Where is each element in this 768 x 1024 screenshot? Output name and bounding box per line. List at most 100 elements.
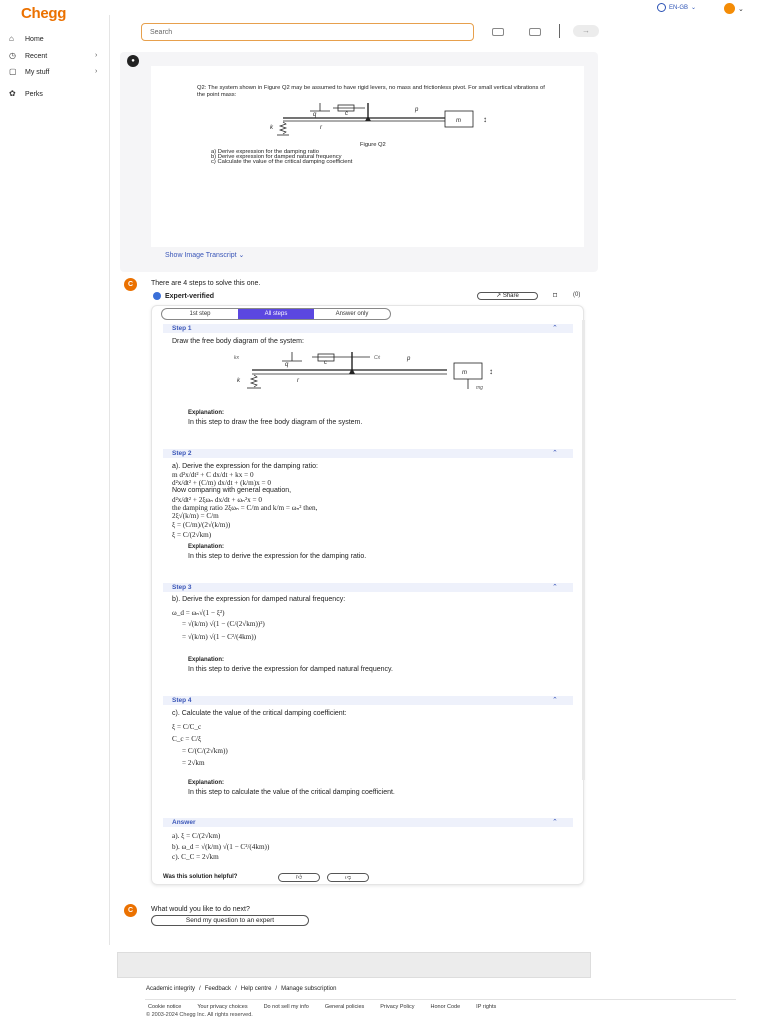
footer-links: Academic integrity / Feedback / Help centr… — [146, 986, 336, 992]
legal-link[interactable]: Do not sell my info — [264, 1004, 309, 1010]
svg-text:↕: ↕ — [489, 367, 493, 376]
gift-icon: ✿ — [9, 89, 16, 98]
thumbs-down-button[interactable]: 👎︎ — [327, 873, 369, 882]
chevron-right-icon[interactable]: › — [95, 52, 97, 59]
legal-link[interactable]: Your privacy choices — [197, 1004, 247, 1010]
expert-verified-badge: Expert-verified — [153, 292, 214, 300]
svg-text:m: m — [462, 370, 467, 376]
show-transcript-link[interactable]: Show Image Transcript ⌄ — [165, 251, 244, 259]
account-menu[interactable]: ⌄ — [724, 3, 744, 14]
chegg-c-icon: C — [124, 278, 137, 291]
submit-arrow-icon[interactable]: → — [573, 25, 599, 37]
chevron-down-icon: ⌄ — [691, 5, 697, 11]
sidebar-item-perks[interactable]: ✿ Perks — [9, 90, 43, 98]
step-text: Now comparing with general equation, — [172, 487, 292, 494]
step-header[interactable]: Step 3 — [163, 583, 573, 592]
svg-text:c: c — [345, 111, 348, 117]
equation: ξ = C/C_c — [172, 723, 202, 731]
equation: = 2√km — [182, 759, 205, 767]
view-toggle[interactable]: 1st step All steps Answer only — [161, 308, 391, 320]
globe-icon — [657, 3, 666, 12]
svg-text:c: c — [324, 360, 327, 366]
keyboard-icon[interactable] — [529, 28, 541, 36]
sidebar — [0, 15, 110, 945]
separator: / — [199, 986, 201, 992]
divider — [559, 24, 560, 38]
tab-first-step[interactable]: 1st step — [162, 309, 238, 319]
search-input[interactable]: Search — [141, 23, 474, 41]
footer-link[interactable]: Academic integrity — [146, 986, 195, 992]
equation: C_c = C/ξ — [172, 735, 202, 743]
share-button[interactable]: ↗ Share — [477, 292, 538, 300]
svg-text:q: q — [285, 362, 289, 368]
svg-text:kx: kx — [234, 355, 240, 361]
legal-link[interactable]: Privacy Policy — [380, 1004, 414, 1010]
footer-link[interactable]: Manage subscription — [281, 986, 336, 992]
ad-banner — [117, 952, 591, 978]
sidebar-item-home[interactable]: ⌂ Home — [9, 35, 44, 43]
step-text: b). Derive the expression for damped nat… — [172, 596, 346, 603]
chevron-up-icon[interactable]: ⌃ — [552, 324, 558, 332]
locale-selector[interactable]: EN-GB ⌄ — [657, 3, 696, 12]
bookmark-icon[interactable]: ⌑ — [553, 291, 557, 300]
chevron-up-icon[interactable]: ⌃ — [552, 818, 558, 826]
svg-text:k: k — [270, 125, 274, 131]
legal-link[interactable]: Cookie notice — [148, 1004, 181, 1010]
verified-icon — [153, 292, 161, 300]
svg-text:r: r — [297, 378, 300, 384]
sidebar-item-label: Perks — [25, 90, 43, 98]
answer-line: c). C_C = 2√km — [172, 853, 219, 861]
thumbs-down-icon: 👎︎ — [344, 875, 352, 881]
equation: = C/(C/(2√km)) — [182, 747, 228, 755]
legal-link[interactable]: IP rights — [476, 1004, 496, 1010]
step-text: c). Calculate the value of the critical … — [172, 710, 347, 717]
step-header[interactable]: Step 1 — [163, 324, 573, 333]
equation: ξ = C/(2√km) — [172, 531, 212, 539]
bookmark-icon: ▢ — [9, 67, 17, 76]
next-title: What would you like to do next? — [151, 906, 250, 913]
chevron-down-icon: ⌄ — [738, 5, 744, 13]
sidebar-item-recent[interactable]: ◷ Recent — [9, 52, 47, 60]
answer-line: b). ω_d = √(k/m) √(1 − C²/(4km)) — [172, 843, 270, 851]
send-to-expert-button[interactable]: Send my question to an expert — [151, 915, 309, 926]
equation: ξ = (C/m)/(2√(k/m)) — [172, 521, 231, 529]
explanation-label: Explanation: — [188, 544, 225, 550]
legal-link[interactable]: General policies — [325, 1004, 364, 1010]
sidebar-item-label: Recent — [25, 52, 48, 60]
image-search-icon[interactable] — [492, 28, 504, 36]
tab-answer-only[interactable]: Answer only — [314, 309, 390, 319]
question-parts: a) Derive expression for the damping rat… — [211, 149, 353, 166]
question-figure: q c p r k m ↕ — [265, 101, 495, 141]
clock-icon: ◷ — [9, 51, 16, 60]
footer-link[interactable]: Feedback — [205, 986, 231, 992]
thumbs-up-button[interactable]: 👍︎ — [278, 873, 320, 882]
svg-text:k: k — [237, 378, 241, 384]
scrollbar[interactable] — [582, 320, 585, 780]
question-part: c) Calculate the value of the critical d… — [211, 159, 353, 166]
footer-link[interactable]: Help centre — [241, 986, 272, 992]
chevron-down-icon: ⌄ — [238, 252, 245, 259]
tab-all-steps[interactable]: All steps — [238, 309, 314, 319]
answer-line: a). ξ = C/(2√km) — [172, 832, 221, 840]
explanation-text: In this step to draw the free body diagr… — [188, 419, 363, 426]
chevron-up-icon[interactable]: ⌃ — [552, 583, 558, 591]
chevron-up-icon[interactable]: ⌃ — [552, 449, 558, 457]
sidebar-item-label: Home — [25, 35, 44, 43]
chevron-up-icon[interactable]: ⌃ — [552, 696, 558, 704]
footer-divider — [145, 999, 736, 1000]
equation: d²x/dt² + (C/m) dx/dt + (k/m)x = 0 — [172, 479, 271, 487]
sidebar-item-my-stuff[interactable]: ▢ My stuff — [9, 68, 49, 76]
steps-intro: There are 4 steps to solve this one. — [151, 280, 261, 287]
equation: 2ξ√(k/m) = C/m — [172, 512, 219, 520]
figure-caption: Figure Q2 — [360, 142, 386, 148]
answer-header[interactable]: Answer — [163, 818, 573, 827]
equation: ω_d = ωₙ√(1 − ξ²) — [172, 609, 225, 617]
chevron-right-icon[interactable]: › — [95, 68, 97, 75]
avatar — [724, 3, 735, 14]
step-header[interactable]: Step 2 — [163, 449, 573, 458]
separator: / — [235, 986, 237, 992]
free-body-diagram: kx q c Cẋ p r k m mg ↕ — [232, 349, 496, 391]
legal-link[interactable]: Honor Code — [431, 1004, 461, 1010]
legal-links: Cookie notice Your privacy choices Do no… — [148, 1004, 496, 1010]
step-header[interactable]: Step 4 — [163, 696, 573, 705]
